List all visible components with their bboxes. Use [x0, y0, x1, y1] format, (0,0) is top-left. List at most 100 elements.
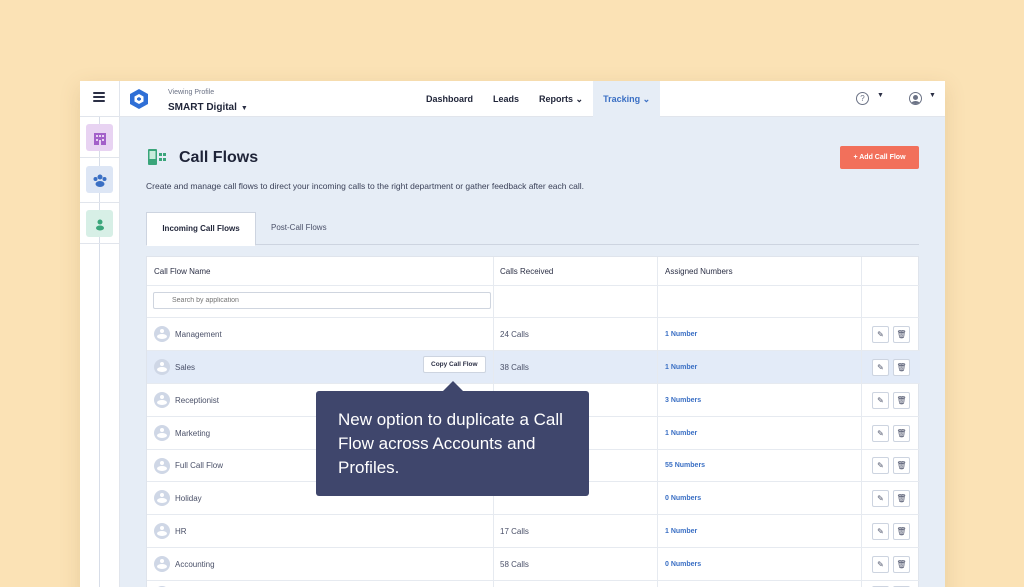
search-row [147, 286, 920, 318]
call-flow-name: Holiday [175, 493, 202, 503]
flow-avatar-icon [154, 490, 170, 506]
caret-down-icon[interactable]: ▼ [929, 92, 936, 99]
column-header-actions [862, 257, 920, 285]
table-header: Call Flow Name Calls Received Assigned N… [147, 257, 920, 286]
actions-cell: ✎🗑 [862, 581, 920, 587]
assigned-numbers-link[interactable]: 1 Number [658, 351, 862, 383]
menu-icon[interactable] [93, 92, 105, 102]
call-flow-name: Receptionist [175, 395, 220, 405]
assigned-numbers-link[interactable]: 3 Numbers [658, 384, 862, 416]
delete-icon[interactable]: 🗑 [893, 457, 910, 474]
page-description: Create and manage call flows to direct y… [146, 181, 584, 191]
table-row[interactable]: HR 17 Calls 1 Number ✎ 🗑 [147, 515, 920, 548]
flow-avatar-icon [154, 392, 170, 408]
feature-tooltip: New option to duplicate a Call Flow acro… [316, 381, 589, 496]
actions-cell: ✎🗑 [862, 318, 920, 350]
flow-avatar-icon [154, 457, 170, 474]
flow-avatar-icon [154, 359, 170, 375]
nav-dashboard[interactable]: Dashboard [416, 81, 483, 117]
sidebar [80, 117, 120, 587]
delete-icon[interactable]: 🗑 [893, 325, 910, 343]
actions-cell: ✎🗑 [862, 351, 920, 383]
calls-received: 38 Calls [494, 351, 658, 383]
call-flow-name: Accounting [175, 559, 215, 569]
assigned-numbers-link[interactable]: 1 Number [658, 515, 862, 547]
calls-received: 17 Calls [494, 515, 658, 547]
table-row[interactable]: Accounting 58 Calls 0 Numbers ✎ 🗑 [147, 548, 920, 581]
main-nav: Dashboard Leads Reports ⌄ Tracking ⌄ [416, 81, 661, 117]
column-header-numbers: Assigned Numbers [658, 257, 862, 285]
edit-icon[interactable]: ✎ [872, 522, 889, 540]
call-flow-name: Full Call Flow [175, 461, 224, 470]
team-icon[interactable] [86, 166, 113, 193]
assigned-numbers-link[interactable]: 0 Numbers [658, 548, 862, 580]
assigned-numbers-link[interactable]: 55 Numbers [658, 450, 862, 481]
delete-icon[interactable]: 🗑 [893, 358, 910, 376]
call-flow-name: Marketing [175, 428, 211, 438]
help-icon[interactable]: ? [856, 92, 869, 105]
call-flow-name-cell: Management [147, 318, 494, 350]
nav-reports[interactable]: Reports ⌄ [529, 81, 593, 117]
assigned-numbers-link[interactable]: 1 Number [658, 417, 862, 449]
building-icon[interactable] [86, 124, 113, 151]
assigned-numbers-link[interactable]: 1 Number [658, 318, 862, 350]
edit-icon[interactable]: ✎ [872, 358, 889, 376]
call-flow-name: HR [175, 526, 187, 536]
calls-received: 58 Calls [494, 548, 658, 580]
actions-cell: ✎🗑 [862, 417, 920, 449]
actions-cell: ✎🗑 [862, 548, 920, 580]
caret-down-icon[interactable]: ▼ [877, 92, 884, 99]
copy-call-flow-button[interactable]: Copy Call Flow [423, 356, 486, 373]
column-header-calls: Calls Received [494, 257, 658, 285]
flow-avatar-icon [154, 425, 170, 441]
call-flow-name-cell: HR [147, 515, 494, 547]
divider [80, 202, 120, 203]
nav-leads[interactable]: Leads [483, 81, 529, 117]
profile-name: SMART Digital [168, 102, 237, 113]
call-flow-name-cell: Accounting [147, 548, 494, 580]
table-row[interactable]: Management 24 Calls 1 Number ✎ 🗑 [147, 318, 920, 351]
logo-icon [130, 89, 148, 109]
edit-icon[interactable]: ✎ [872, 424, 889, 442]
app-window: Viewing Profile SMART Digital ▼ Dashboard… [80, 81, 945, 587]
empty-cell [658, 581, 862, 587]
table-row[interactable]: Sales Copy Call Flow 38 Calls 1 Number ✎… [147, 351, 920, 384]
table-row[interactable]: ✎🗑 [147, 581, 920, 587]
empty-cell [494, 286, 658, 317]
edit-icon[interactable]: ✎ [872, 391, 889, 409]
edit-icon[interactable]: ✎ [872, 457, 889, 474]
tab-post-call-flows[interactable]: Post-Call Flows [256, 212, 342, 245]
edit-icon[interactable]: ✎ [872, 555, 889, 573]
flow-avatar-icon [154, 523, 170, 539]
edit-icon[interactable]: ✎ [872, 489, 889, 507]
actions-cell: ✎🗑 [862, 384, 920, 416]
delete-icon[interactable]: 🗑 [893, 391, 910, 409]
delete-icon[interactable]: 🗑 [893, 489, 910, 507]
divider [80, 243, 120, 244]
delete-icon[interactable]: 🗑 [893, 424, 910, 442]
empty-cell [658, 286, 862, 317]
calls-received: 24 Calls [494, 318, 658, 350]
profile-switcher[interactable]: Viewing Profile SMART Digital ▼ [168, 88, 248, 115]
nav-tracking[interactable]: Tracking ⌄ [593, 81, 661, 117]
tab-incoming-call-flows[interactable]: Incoming Call Flows [146, 212, 256, 246]
search-input[interactable] [153, 292, 491, 309]
call-flow-icon [148, 149, 166, 165]
tab-bar: Incoming Call Flows Post-Call Flows [146, 212, 919, 246]
call-flow-name: Management [175, 329, 222, 339]
person-icon[interactable] [86, 210, 113, 237]
flow-avatar-icon [154, 556, 170, 572]
delete-icon[interactable]: 🗑 [893, 522, 910, 540]
assigned-numbers-link[interactable]: 0 Numbers [658, 482, 862, 514]
actions-cell: ✎🗑 [862, 515, 920, 547]
divider [80, 157, 120, 158]
delete-icon[interactable]: 🗑 [893, 555, 910, 573]
top-bar: Viewing Profile SMART Digital ▼ Dashboard… [80, 81, 945, 117]
divider [119, 81, 120, 117]
flow-avatar-icon [154, 326, 170, 342]
user-icon[interactable] [909, 92, 922, 105]
edit-icon[interactable]: ✎ [872, 325, 889, 343]
add-call-flow-button[interactable]: + Add Call Flow [840, 146, 919, 169]
caret-down-icon: ▼ [240, 105, 248, 112]
page-title: Call Flows [179, 149, 259, 166]
